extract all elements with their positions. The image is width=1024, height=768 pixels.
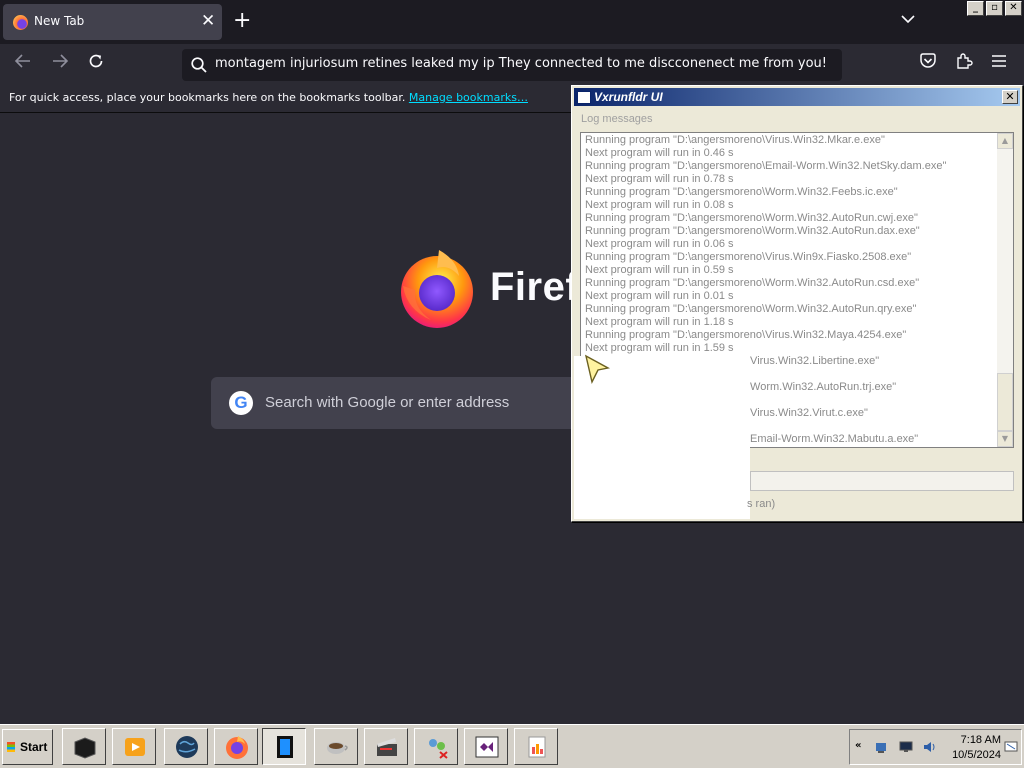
back-arrow-icon[interactable]: [14, 52, 32, 77]
taskbar-globe-app[interactable]: [164, 728, 208, 765]
start-label: Start: [20, 740, 48, 754]
restore-button[interactable]: ▫: [986, 1, 1003, 16]
log-line: Running program "D:\angersmoreno\Worm.Wi…: [585, 225, 920, 237]
taskbar: Start « 7:18 AM 10/5/2024: [0, 724, 1024, 768]
dialog-titlebar[interactable]: Vxrunfldr UI ✕: [574, 88, 1020, 106]
taskbar-visual-studio[interactable]: [464, 728, 508, 765]
window-app-icon: [577, 91, 591, 104]
tab-close-icon[interactable]: ✕: [201, 10, 215, 32]
vxrunfldr-app-icon: [277, 736, 293, 758]
log-line: Next program will run in 0.46 s: [585, 147, 734, 159]
visual-studio-icon: [475, 736, 499, 758]
log-line: Running program "D:\angersmoreno\Worm.Wi…: [585, 277, 920, 289]
dialog-close-button[interactable]: ✕: [1002, 90, 1018, 104]
new-tab-button[interactable]: +: [233, 8, 251, 34]
log-line: Running program "D:\angersmoreno\Virus.W…: [585, 329, 907, 341]
forward-arrow-icon[interactable]: [51, 52, 69, 77]
log-line: Running program "D:\angersmoreno\Virus.W…: [585, 134, 885, 146]
url-text: montagem injuriosum retines leaked my ip…: [215, 56, 828, 71]
clapperboard-icon: [377, 738, 397, 756]
search-icon: [190, 56, 208, 78]
start-button[interactable]: Start: [2, 729, 53, 765]
log-messages-label: Log messages: [581, 113, 653, 125]
globe-icon: [176, 736, 198, 758]
taskbar-users-app[interactable]: [414, 728, 458, 765]
taskbar-firefox[interactable]: [214, 728, 258, 765]
tab-title: New Tab: [34, 14, 85, 28]
clock-date[interactable]: 10/5/2024: [945, 749, 1001, 761]
log-line: Next program will run in 0.06 s: [585, 238, 734, 250]
bookmarks-hint: For quick access, place your bookmarks h…: [9, 91, 528, 104]
url-bar[interactable]: montagem injuriosum retines leaked my ip…: [182, 49, 842, 81]
taskbar-console-app[interactable]: [62, 728, 106, 765]
log-line: Next program will run in 1.59 s: [585, 342, 734, 354]
firefox-wordmark: Firef: [490, 265, 580, 309]
log-line: Next program will run in 0.59 s: [585, 264, 734, 276]
scroll-down-arrow-icon[interactable]: ▼: [997, 431, 1013, 447]
firefox-icon: [226, 736, 248, 759]
media-player-icon: [125, 738, 145, 756]
log-line: Next program will run in 0.08 s: [585, 199, 734, 211]
log-line: Running program "D:\angersmoreno\Email-W…: [585, 160, 947, 172]
vxrunfldr-window: Vxrunfldr UI ✕ Log messages Running prog…: [571, 85, 1023, 522]
bookmarks-hint-text: For quick access, place your bookmarks h…: [9, 91, 406, 104]
log-line: Next program will run in 0.78 s: [585, 173, 734, 185]
console-box-icon: [74, 737, 96, 759]
taskbar-clapper-app[interactable]: [364, 728, 408, 765]
volume-icon[interactable]: [922, 740, 936, 754]
window-close-button[interactable]: ✕: [1005, 1, 1022, 16]
taskbar-vxrunfldr[interactable]: [262, 728, 306, 765]
scroll-thumb[interactable]: [997, 373, 1013, 431]
search-placeholder: Search with Google or enter address: [265, 394, 510, 411]
dialog-title: Vxrunfldr UI: [594, 90, 663, 104]
log-line: Running program "D:\angersmoreno\Virus.W…: [585, 251, 912, 263]
tab-bar: New Tab ✕ + _ ▫ ✕: [0, 0, 1024, 44]
taskbar-java-app[interactable]: [314, 728, 358, 765]
network-shield-icon[interactable]: [874, 740, 888, 754]
minimize-button[interactable]: _: [967, 1, 984, 16]
log-line: Next program will run in 0.01 s: [585, 290, 734, 302]
scroll-up-arrow-icon[interactable]: ▲: [997, 133, 1013, 149]
monitor-icon[interactable]: [899, 740, 913, 754]
list-all-tabs-chevron-icon[interactable]: [901, 10, 915, 28]
log-scrollbar[interactable]: ▲ ▼: [997, 133, 1013, 447]
firefox-logo-icon: [397, 246, 477, 330]
taskbar-document-app[interactable]: [514, 728, 558, 765]
coffee-cup-icon: [327, 742, 348, 754]
mouse-cursor-icon: [584, 354, 614, 386]
firefox-favicon-icon: [13, 15, 28, 30]
manage-bookmarks-link[interactable]: Manage bookmarks…: [409, 91, 528, 104]
pocket-icon[interactable]: [919, 52, 937, 77]
log-line: Running program "D:\angersmoreno\Worm.Wi…: [585, 303, 917, 315]
menu-hamburger-icon[interactable]: [991, 52, 1007, 76]
window-controls: _ ▫ ✕: [967, 1, 1022, 16]
notification-icon[interactable]: [1004, 740, 1018, 754]
document-chart-icon: [528, 736, 546, 758]
clock-time[interactable]: 7:18 AM: [945, 734, 1001, 746]
extensions-icon[interactable]: [955, 52, 973, 77]
log-line: Running program "D:\angersmoreno\Worm.Wi…: [585, 212, 918, 224]
tray-expand-chevron-icon[interactable]: «: [855, 740, 861, 751]
nav-bar: montagem injuriosum retines leaked my ip…: [0, 44, 1024, 86]
windows-flag-icon: [7, 742, 15, 752]
google-icon: G: [229, 391, 253, 415]
system-tray: « 7:18 AM 10/5/2024: [849, 729, 1022, 765]
log-line: Next program will run in 1.18 s: [585, 316, 734, 328]
status-text: s ran): [747, 498, 776, 510]
reload-icon[interactable]: [87, 52, 105, 77]
log-line: Running program "D:\angersmoreno\Worm.Wi…: [585, 186, 898, 198]
users-network-icon: [429, 739, 448, 759]
taskbar-media-player[interactable]: [112, 728, 156, 765]
progress-bar: [750, 471, 1014, 491]
tab-new-tab[interactable]: New Tab ✕: [3, 4, 222, 40]
